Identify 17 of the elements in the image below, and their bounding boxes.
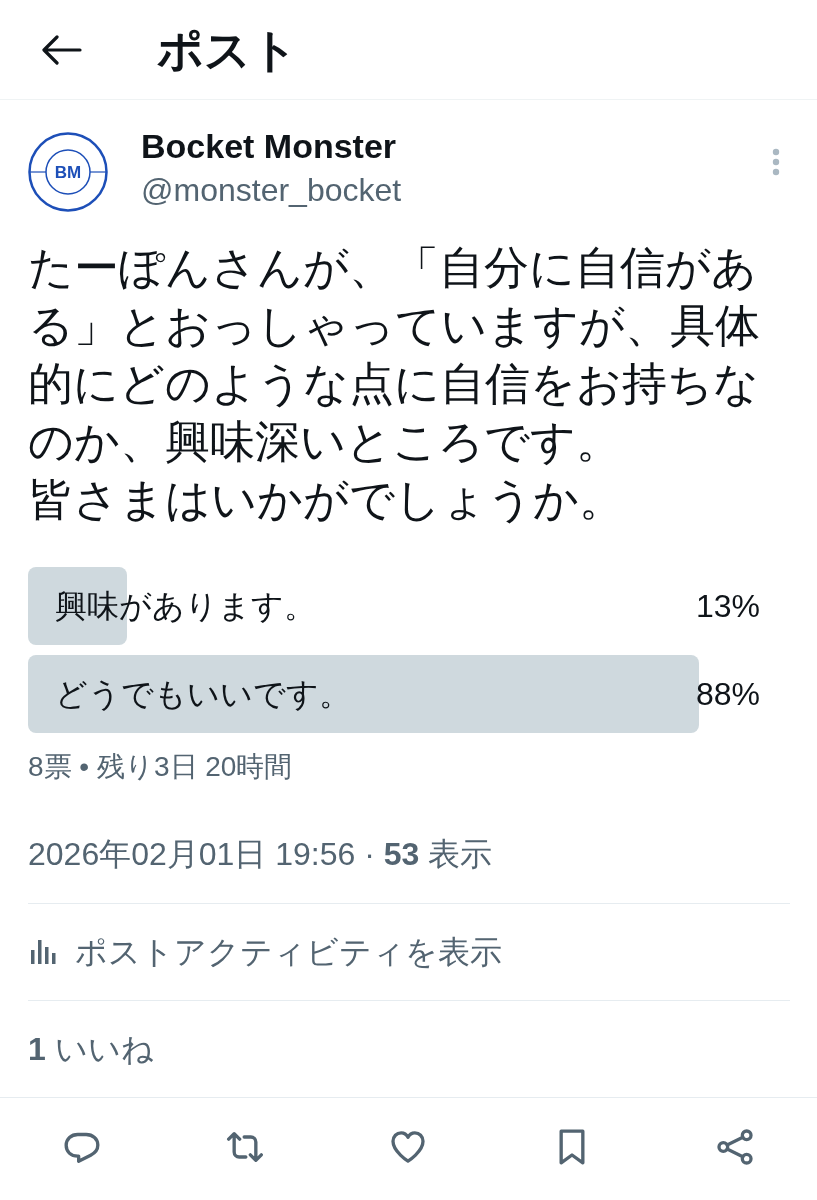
avatar-logo[interactable]: BM [28,132,108,212]
post-text: たーぽんさんが、「自分に自信がある」とおっしゃっていますが、具体的にどのような点に自信をお持ちなのか、興味深いところです。 [28,241,761,469]
back-arrow-icon[interactable] [42,34,82,65]
poll-summary: 8票 • 残り3日 20時間 [28,750,294,784]
poll-percentage: 88% [695,678,760,710]
poll-option-label: どうでもいいです。 [55,678,351,710]
poll-percentage: 13% [695,590,760,622]
author-handle: @monster_bocket [141,171,402,210]
bar-chart-icon [30,939,58,965]
like-count: 1 いいね [28,1033,154,1065]
author-name: Bocket Monster [141,126,398,167]
poll-option-label: 興味があります。 [55,590,316,622]
share-icon[interactable] [715,1127,756,1167]
post-activity-link[interactable]: ポストアクティビティを表示 [75,936,502,968]
post-text: 皆さまはいかがでしょうか。 [28,473,625,527]
page-title: ポスト [157,26,298,73]
post-timestamp-views: 2026年02月01日 19:56 · 53 表示 [28,835,494,874]
